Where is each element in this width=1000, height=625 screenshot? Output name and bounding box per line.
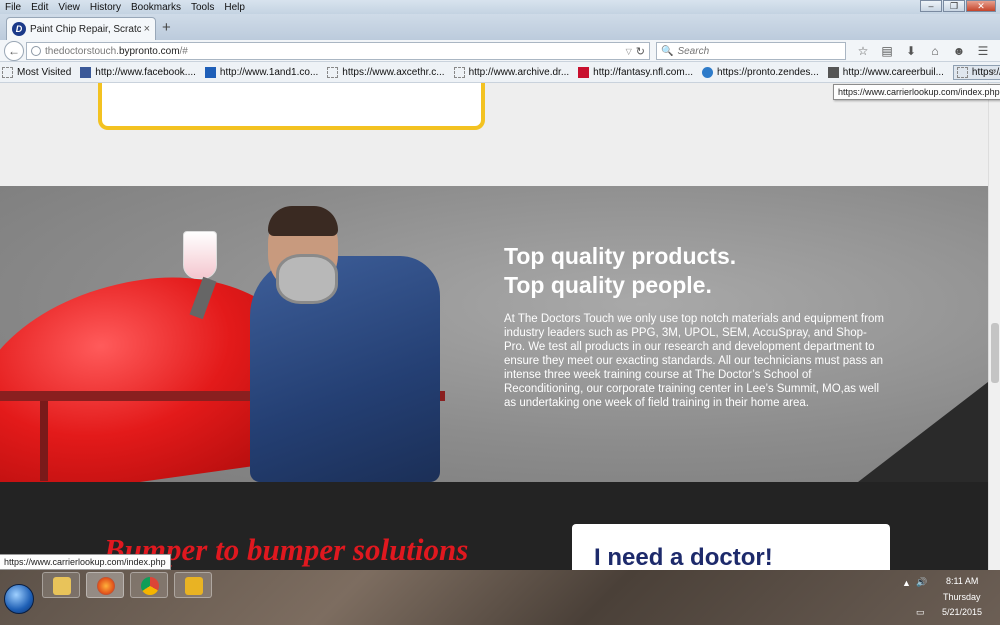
page-viewport: Top quality products. Top quality people… xyxy=(0,83,988,570)
gear-icon xyxy=(2,66,13,78)
clock-time[interactable]: 8:11 AM xyxy=(946,576,978,586)
url-text: thedoctorstouch.bypronto.com/# xyxy=(45,45,188,57)
tab-close-icon[interactable]: × xyxy=(144,23,150,35)
close-button[interactable]: ✕ xyxy=(966,0,996,12)
scrollbar-thumb[interactable] xyxy=(991,323,999,383)
reading-list-icon[interactable]: ▤ xyxy=(876,42,898,60)
careerbuilder-icon xyxy=(827,66,839,78)
bookmark-axcethr[interactable]: https://www.axcethr.c... xyxy=(327,66,445,78)
taskbar-explorer[interactable] xyxy=(42,572,80,598)
nfl-icon xyxy=(578,66,590,78)
bookmark-most-visited[interactable]: Most Visited xyxy=(2,66,71,78)
taskbar: ▲ 🔊 ▭ 8:11 AM Thursday 5/21/2015 xyxy=(0,570,1000,625)
taskbar-firefox[interactable] xyxy=(86,572,124,598)
download-icon[interactable]: ⬇ xyxy=(900,42,922,60)
tab-title: Paint Chip Repair, Scratch ... xyxy=(30,23,141,35)
menu-help[interactable]: Help xyxy=(219,2,250,13)
action-center-icon[interactable]: ▭ xyxy=(916,607,925,618)
stand-leg-image xyxy=(40,401,48,481)
clock-date: 5/21/2015 xyxy=(942,607,983,617)
nav-bar: ← thedoctorstouch.bypronto.com/# ▽ ↻ 🔍 ☆… xyxy=(0,40,1000,62)
window-controls: – ❐ ✕ xyxy=(919,0,996,12)
restore-button[interactable]: ❐ xyxy=(943,0,965,12)
back-button[interactable]: ← xyxy=(4,41,24,61)
facebook-icon xyxy=(80,66,92,78)
bookmark-facebook[interactable]: http://www.facebook.... xyxy=(80,66,196,78)
page-icon xyxy=(327,66,339,78)
tab-active[interactable]: D Paint Chip Repair, Scratch ... × xyxy=(6,17,156,40)
bookmark-archive[interactable]: http://www.archive.dr... xyxy=(453,66,569,78)
doctors-touch-favicon-icon: D xyxy=(12,22,26,36)
bookmark-1and1[interactable]: http://www.1and1.co... xyxy=(204,66,318,78)
back-arrow-icon: ← xyxy=(8,44,20,58)
hero-heading: Top quality products. Top quality people… xyxy=(504,243,737,298)
bookmark-tooltip: https://www.carrierlookup.com/index.php xyxy=(833,84,1000,100)
bookmark-nfl[interactable]: http://fantasy.nfl.com... xyxy=(578,66,693,78)
folder-icon xyxy=(53,577,71,595)
page-icon xyxy=(453,66,465,78)
respirator-mask-image xyxy=(276,254,338,304)
menu-icon[interactable]: ☰ xyxy=(972,42,994,60)
url-dropdown-icon[interactable]: ▽ xyxy=(626,47,632,56)
doctor-card-heading: I need a doctor! xyxy=(594,544,773,570)
menu-bar: File Edit View History Bookmarks Tools H… xyxy=(0,0,1000,14)
new-tab-button[interactable]: + xyxy=(162,19,171,36)
spray-gun-cup-image xyxy=(183,231,217,279)
menu-view[interactable]: View xyxy=(53,2,85,13)
doctor-card: I need a doctor! xyxy=(572,524,890,570)
clock-day: Thursday xyxy=(943,592,981,602)
search-icon: 🔍 xyxy=(661,45,674,57)
bookmarks-bar: Most Visited http://www.facebook.... htt… xyxy=(0,62,1000,83)
menu-bookmarks[interactable]: Bookmarks xyxy=(126,2,186,13)
status-url: https://www.carrierlookup.com/index.php xyxy=(0,554,171,570)
url-bar[interactable]: thedoctorstouch.bypronto.com/# ▽ ↻ xyxy=(26,42,650,60)
menu-file[interactable]: File xyxy=(0,2,26,13)
taskbar-chrome[interactable] xyxy=(130,572,168,598)
chat-icon[interactable]: ☻ xyxy=(948,42,970,60)
calendar-icon xyxy=(185,577,203,595)
cta-card xyxy=(98,83,485,130)
menu-history[interactable]: History xyxy=(85,2,126,13)
minimize-button[interactable]: – xyxy=(920,0,942,12)
bookmarks-overflow-icon[interactable]: » xyxy=(990,66,996,77)
toolbar-icons: ☆ ▤ ⬇ ⌂ ☻ ☰ xyxy=(852,42,996,60)
search-bar[interactable]: 🔍 xyxy=(656,42,846,60)
tab-strip: D Paint Chip Repair, Scratch ... × + xyxy=(0,14,1000,40)
volume-icon[interactable]: 🔊 xyxy=(916,577,927,588)
firefox-icon xyxy=(97,577,115,595)
globe-icon xyxy=(31,46,41,56)
bookmark-careerbuilder[interactable]: http://www.careerbuil... xyxy=(827,66,944,78)
bookmark-zendesk[interactable]: https://pronto.zendes... xyxy=(702,66,819,78)
hero-section: Top quality products. Top quality people… xyxy=(0,186,988,482)
taskbar-outlook[interactable] xyxy=(174,572,212,598)
chrome-icon xyxy=(141,577,159,595)
1and1-icon xyxy=(204,66,216,78)
menu-edit[interactable]: Edit xyxy=(26,2,53,13)
home-icon[interactable]: ⌂ xyxy=(924,42,946,60)
system-tray: ▲ 🔊 ▭ 8:11 AM Thursday 5/21/2015 xyxy=(896,574,996,624)
star-icon[interactable]: ☆ xyxy=(852,42,874,60)
technician-hair-image xyxy=(268,206,338,236)
hero-body-text: At The Doctors Touch we only use top not… xyxy=(504,313,884,409)
menu-tools[interactable]: Tools xyxy=(186,2,219,13)
start-button[interactable] xyxy=(4,584,34,614)
page-icon xyxy=(956,66,968,78)
tray-expand-icon[interactable]: ▲ xyxy=(902,578,911,588)
reload-icon[interactable]: ↻ xyxy=(636,45,645,58)
page-scrollbar[interactable] xyxy=(988,83,1000,570)
zendesk-icon xyxy=(702,66,714,78)
search-input[interactable] xyxy=(677,45,838,57)
